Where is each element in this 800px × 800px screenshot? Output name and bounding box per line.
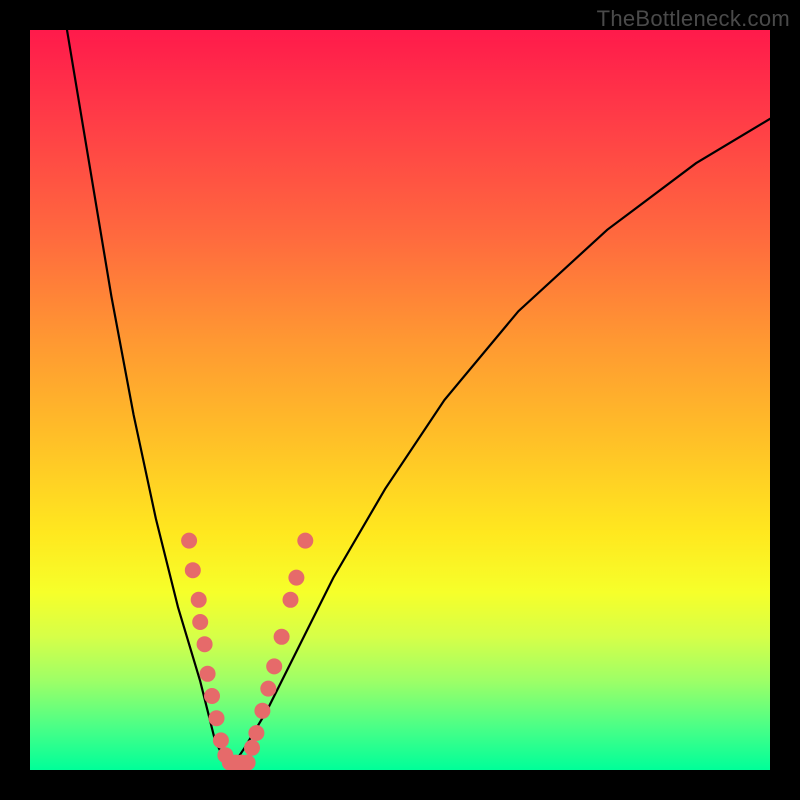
data-marker [244, 740, 260, 756]
data-marker [248, 725, 264, 741]
data-marker [297, 533, 313, 549]
data-marker [283, 592, 299, 608]
curve-group [67, 30, 770, 770]
data-marker [197, 636, 213, 652]
data-marker [209, 710, 225, 726]
plot-svg [30, 30, 770, 770]
data-marker [288, 570, 304, 586]
data-marker [185, 562, 201, 578]
data-marker [191, 592, 207, 608]
data-marker [200, 666, 216, 682]
left-branch-curve [67, 30, 230, 770]
data-marker [181, 533, 197, 549]
data-marker [204, 688, 220, 704]
data-marker [213, 732, 229, 748]
data-marker [192, 614, 208, 630]
marker-group [181, 533, 313, 770]
plot-area [30, 30, 770, 770]
data-marker [274, 629, 290, 645]
chart-frame: TheBottleneck.com [0, 0, 800, 800]
data-marker [254, 703, 270, 719]
data-marker [260, 681, 276, 697]
data-marker [240, 755, 256, 770]
right-branch-curve [230, 119, 770, 770]
data-marker [266, 658, 282, 674]
watermark-text: TheBottleneck.com [597, 6, 790, 32]
